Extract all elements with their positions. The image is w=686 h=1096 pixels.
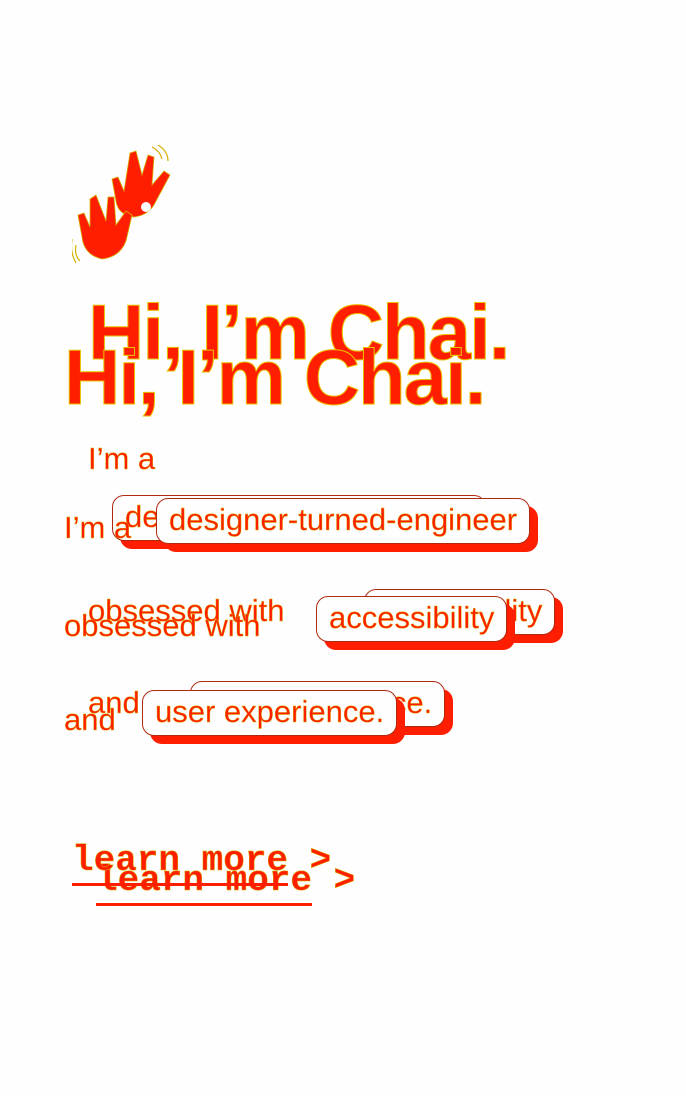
hero-section: Hi, I’m Chai. I’m a designer-turned-engi… bbox=[0, 0, 686, 1096]
ux-pill: user experience. bbox=[142, 690, 398, 736]
hand-cutout bbox=[141, 202, 151, 212]
obsessed-line: obsessed with bbox=[64, 608, 261, 643]
intro-line: I’m a bbox=[64, 510, 132, 545]
focus-pill: accessibility bbox=[316, 596, 508, 642]
role-pill: designer-turned-engineer bbox=[156, 498, 531, 544]
waving-hands-icon bbox=[72, 145, 171, 264]
learn-more-link[interactable]: learn more > bbox=[72, 840, 332, 886]
page-title: Hi, I’m Chai. bbox=[63, 333, 486, 421]
and-line: and bbox=[64, 702, 116, 737]
